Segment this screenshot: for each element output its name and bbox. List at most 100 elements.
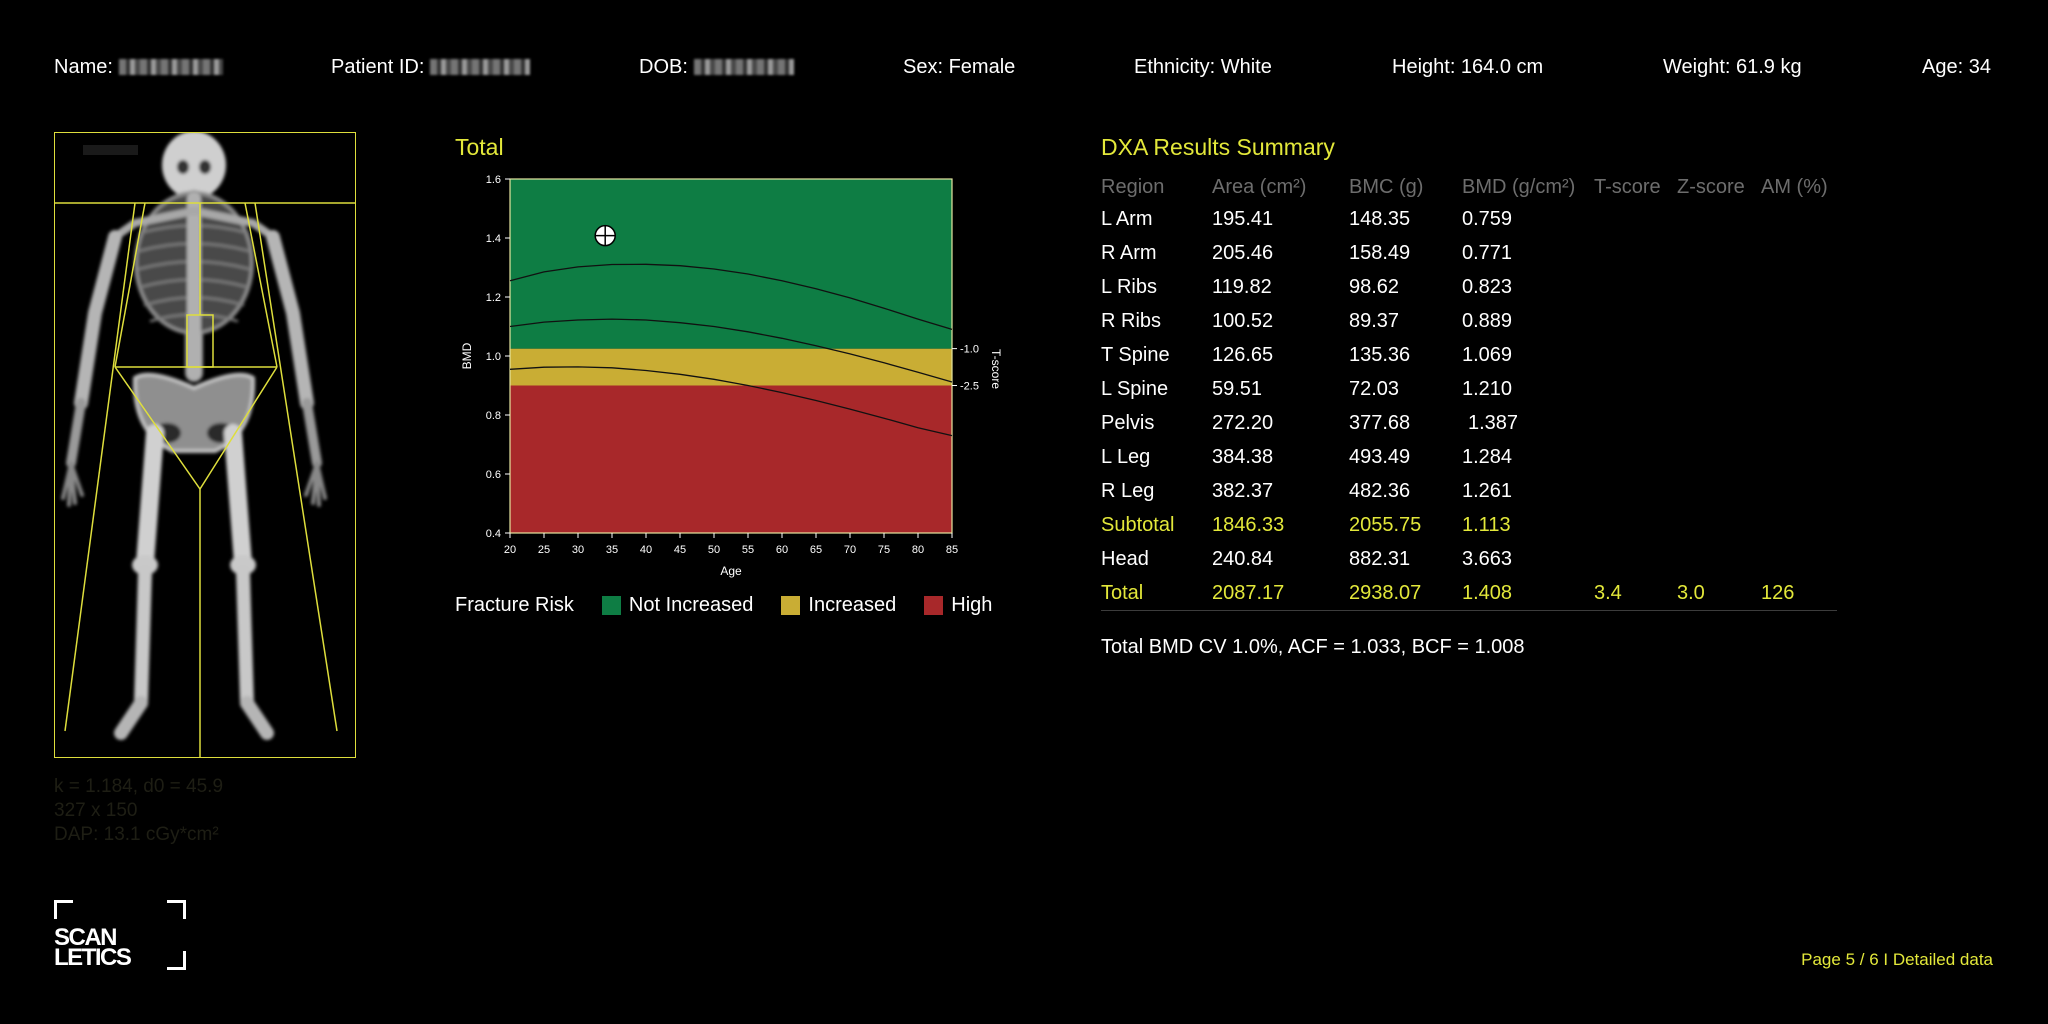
table-cell: 1.284 [1462,445,1513,468]
legend-title: Fracture Risk [455,594,574,616]
legend-label-high: High [951,594,993,616]
x-tick-label: 60 [776,544,788,556]
table-cell [1761,202,1837,236]
table-cell: R Arm [1101,241,1157,264]
scan-meta-dap: DAP: 13.1 cGy*cm² [54,824,219,845]
table-cell: 126 [1761,576,1837,611]
table-cell [1677,202,1761,236]
scanletics-logo: SCAN LETICS [54,900,186,970]
table-cell [1677,406,1761,440]
col-t-score: T-score [1594,175,1661,198]
table-row: R Leg 382.37 482.36 1.261 [1101,474,1837,508]
table-cell: 148.35 [1349,207,1411,230]
x-tick-label: 75 [878,544,890,556]
table-cell: 0.771 [1462,241,1513,264]
table-cell [1594,440,1677,474]
x-tick-label: 40 [640,544,652,556]
y-tick-label: 1.2 [486,292,501,304]
patient-marker [594,224,616,247]
table-cell [1677,372,1761,406]
patient-name: Name: [54,56,223,79]
x-tick-label: 85 [946,544,958,556]
table-cell: Subtotal [1101,513,1175,536]
sex: Sex: Female [903,56,1016,78]
table-cell: 377.68 [1349,411,1411,434]
table-cell: 59.51 [1212,377,1263,400]
table-cell: 3.4 [1594,576,1677,611]
logo-line2: LETICS [54,944,132,971]
table-cell: 272.20 [1212,411,1274,434]
table-cell [1594,508,1677,542]
table-cell: Total [1101,576,1212,611]
table-cell [1594,406,1677,440]
table-cell [1677,440,1761,474]
y-tick-label: 1.6 [486,174,501,186]
table-cell: 1.069 [1462,343,1513,366]
dxa-scan-image [54,132,356,758]
table-cell: 195.41 [1212,207,1274,230]
table-cell: L Arm [1101,207,1153,230]
table-cell: 135.36 [1349,343,1411,366]
table-cell: Head [1101,547,1149,570]
table-cell [1761,474,1837,508]
chart-title: Total [455,134,504,160]
risk-zone-not-increased [510,179,952,349]
legend-swatch-high [924,596,944,615]
table-cell: 3.663 [1462,547,1513,570]
table-cell [1761,304,1837,338]
table-cell: 493.49 [1349,445,1411,468]
table-cell: 240.84 [1212,547,1274,570]
dxa-results-table: Region Area (cm²) BMC (g) BMD (g/cm²) T-… [1101,172,1837,611]
risk-zone-high [510,385,952,533]
table-cell [1594,202,1677,236]
y-axis-label: BMD [460,342,474,369]
name-label: Name: [54,56,113,78]
table-cell: 98.62 [1349,275,1400,298]
table-cell [1761,406,1837,440]
legend-label-not-increased: Not Increased [628,594,754,616]
legend-swatch-increased [781,596,801,615]
table-cell: 1.113 [1462,513,1511,536]
x-tick-label: 20 [504,544,516,556]
x-tick-label: 70 [844,544,856,556]
table-row: L Arm 195.41 148.35 0.759 [1101,202,1837,236]
col-z-score: Z-score [1677,175,1745,198]
table-row: T Spine 126.65 135.36 1.069 [1101,338,1837,372]
col-am: AM (%) [1761,175,1828,198]
table-cell: 1.261 [1462,479,1513,502]
table-cell: L Spine [1101,377,1169,400]
bmd-age-chart: 0.4 0.6 0.8 1.0 1.2 1.4 1.6 20 25 30 35 40 45 50 55 60 6… [460,174,1003,578]
table-cell: 2938.07 [1349,576,1462,611]
fracture-risk-legend: Fracture Risk Not Increased Increased Hi… [455,594,992,617]
x-tick-label: 30 [572,544,584,556]
x-tick-label: 50 [708,544,720,556]
table-cell: 3.0 [1677,576,1761,611]
dob-label: DOB: [639,56,688,78]
y-tick-label: 0.6 [486,469,501,481]
table-cell [1677,270,1761,304]
table-row: Total 2087.17 2938.07 1.408 3.4 3.0 126 [1101,576,1837,611]
x-axis-label: Age [720,564,742,578]
name-redacted [118,59,223,75]
table-cell: 72.03 [1349,377,1400,400]
scan-meta-k: k = 1.184, d0 = 45.9 [54,776,224,797]
t-score-tick-label: -1.0 [960,344,979,356]
table-row: R Arm 205.46 158.49 0.771 [1101,236,1837,270]
table-cell [1677,542,1761,576]
table-row: L Leg 384.38 493.49 1.284 [1101,440,1837,474]
table-cell [1594,474,1677,508]
y-tick-label: 1.0 [486,351,501,363]
legend-label-increased: Increased [808,594,897,616]
table-cell: 1.210 [1462,377,1513,400]
col-bmc: BMC (g) [1349,175,1424,198]
table-cell: 384.38 [1212,445,1274,468]
table-cell: 482.36 [1349,479,1411,502]
table-cell: 89.37 [1349,309,1400,332]
x-tick-label: 25 [538,544,550,556]
y-tick-label: 0.4 [486,528,501,540]
table-cell [1594,338,1677,372]
table-header-row: Region Area (cm²) BMC (g) BMD (g/cm²) T-… [1101,172,1837,202]
x-tick-label: 65 [810,544,822,556]
table-cell [1677,236,1761,270]
patient-id: Patient ID: [331,56,531,79]
